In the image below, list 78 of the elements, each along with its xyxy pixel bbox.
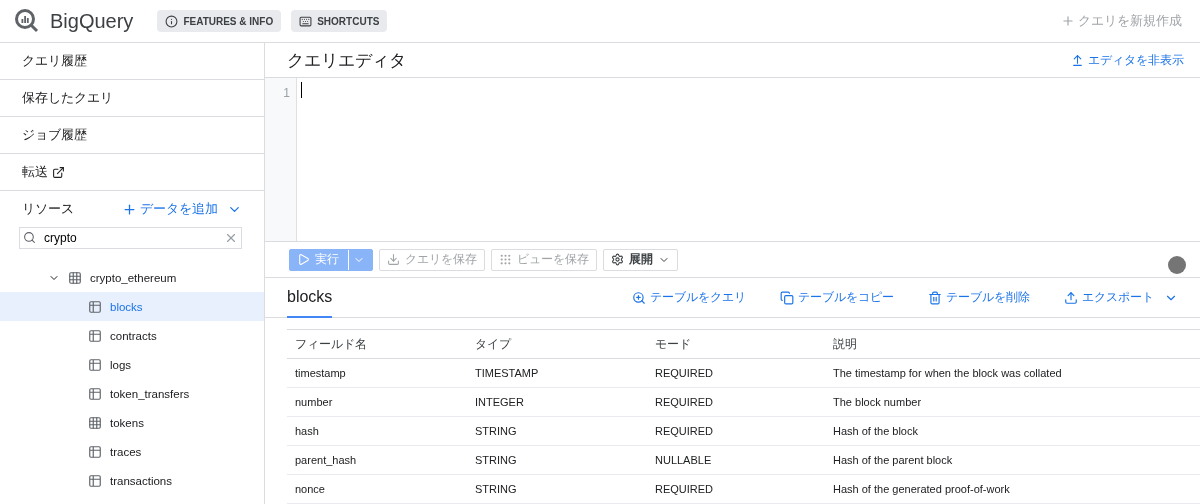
tree-item[interactable]: contracts [0, 321, 264, 350]
table-icon [88, 328, 102, 343]
plus-icon [1061, 14, 1075, 28]
table-cell: parent_hash [287, 446, 467, 475]
play-icon [297, 253, 310, 266]
tree-item[interactable]: logs [0, 350, 264, 379]
chip-button[interactable]: FEATURES & INFO [157, 10, 282, 32]
search-icon [632, 290, 646, 305]
table-cell: STRING [467, 446, 647, 475]
table-cell: REQUIRED [647, 359, 825, 388]
search-field[interactable]: crypto [19, 227, 242, 249]
column-header: 説明 [825, 330, 1200, 359]
table-cell: The timestamp for when the block was collated [825, 359, 1200, 388]
table-tab[interactable]: blocks [287, 277, 333, 318]
table-cell: hash [287, 417, 467, 446]
hide-icon [1071, 53, 1084, 67]
download-icon [387, 253, 400, 266]
table-cell: INTEGER [467, 388, 647, 417]
table-cell: REQUIRED [647, 388, 825, 417]
table-icon [88, 444, 102, 459]
nav-item[interactable]: 転送 [0, 154, 264, 191]
info-icon [165, 14, 179, 28]
table-cell: timestamp [287, 359, 467, 388]
external-link-icon [52, 165, 65, 179]
tree-item[interactable]: traces [0, 437, 264, 466]
nav-item[interactable]: 保存したクエリ [0, 80, 264, 117]
line-number: 1 [283, 86, 290, 100]
chip-button[interactable]: SHORTCUTS [291, 10, 388, 32]
app-title: BigQuery [50, 9, 134, 33]
keyboard-icon [299, 14, 313, 28]
table-cell: nonce [287, 475, 467, 504]
table-cell: Hash of the parent block [825, 446, 1200, 475]
table-action-button[interactable]: テーブルを削除 [928, 289, 1030, 306]
editor-title: クエリエディタ [287, 49, 406, 72]
table-icon [88, 357, 102, 372]
copy-icon [780, 290, 794, 305]
tree-item[interactable]: crypto_ethereum [0, 263, 264, 292]
clear-icon[interactable] [224, 231, 238, 245]
nav-item[interactable]: ジョブ履歴 [0, 117, 264, 154]
table-cell: STRING [467, 475, 647, 504]
table-action-button[interactable]: テーブルをコピー [780, 289, 894, 306]
hide-editor-button[interactable]: エディタを非表示 [1071, 51, 1184, 69]
settings-icon [611, 253, 624, 266]
column-header: フィールド名 [287, 330, 467, 359]
trash-icon [928, 290, 942, 305]
nav-item[interactable]: クエリ履歴 [0, 43, 264, 80]
text-cursor [301, 82, 302, 98]
grid-icon [88, 415, 102, 430]
toolbar-button[interactable]: 展開 [603, 248, 678, 271]
tree-item[interactable]: transactions [0, 466, 264, 495]
table-icon [88, 473, 102, 488]
table-cell: STRING [467, 417, 647, 446]
tree-item[interactable]: tokens [0, 408, 264, 437]
status-dot [1168, 256, 1186, 274]
add-data-button[interactable]: データを追加 [122, 200, 242, 218]
search-icon [23, 231, 36, 244]
dataset-icon [68, 270, 82, 285]
table-cell: number [287, 388, 467, 417]
table-cell: The block number [825, 388, 1200, 417]
table-cell: NULLABLE [647, 446, 825, 475]
table-cell: REQUIRED [647, 417, 825, 446]
upload-icon [1064, 290, 1078, 305]
table-cell: Hash of the block [825, 417, 1200, 446]
table-icon [88, 386, 102, 401]
column-header: タイプ [467, 330, 647, 359]
tree-item[interactable]: blocks [0, 292, 264, 321]
plus-icon [122, 201, 137, 217]
resources-label: リソース [22, 200, 74, 218]
table-cell: TIMESTAMP [467, 359, 647, 388]
column-header: モード [647, 330, 825, 359]
tree-item[interactable]: token_transfers [0, 379, 264, 408]
bigquery-logo-icon [14, 8, 40, 34]
dots-grid-icon [499, 253, 512, 266]
table-icon [88, 299, 102, 314]
table-action-button[interactable]: エクスポート [1064, 289, 1178, 306]
table-cell: REQUIRED [647, 475, 825, 504]
table-cell: Hash of the generated proof-of-work [825, 475, 1200, 504]
table-action-button[interactable]: テーブルをクエリ [632, 289, 746, 306]
